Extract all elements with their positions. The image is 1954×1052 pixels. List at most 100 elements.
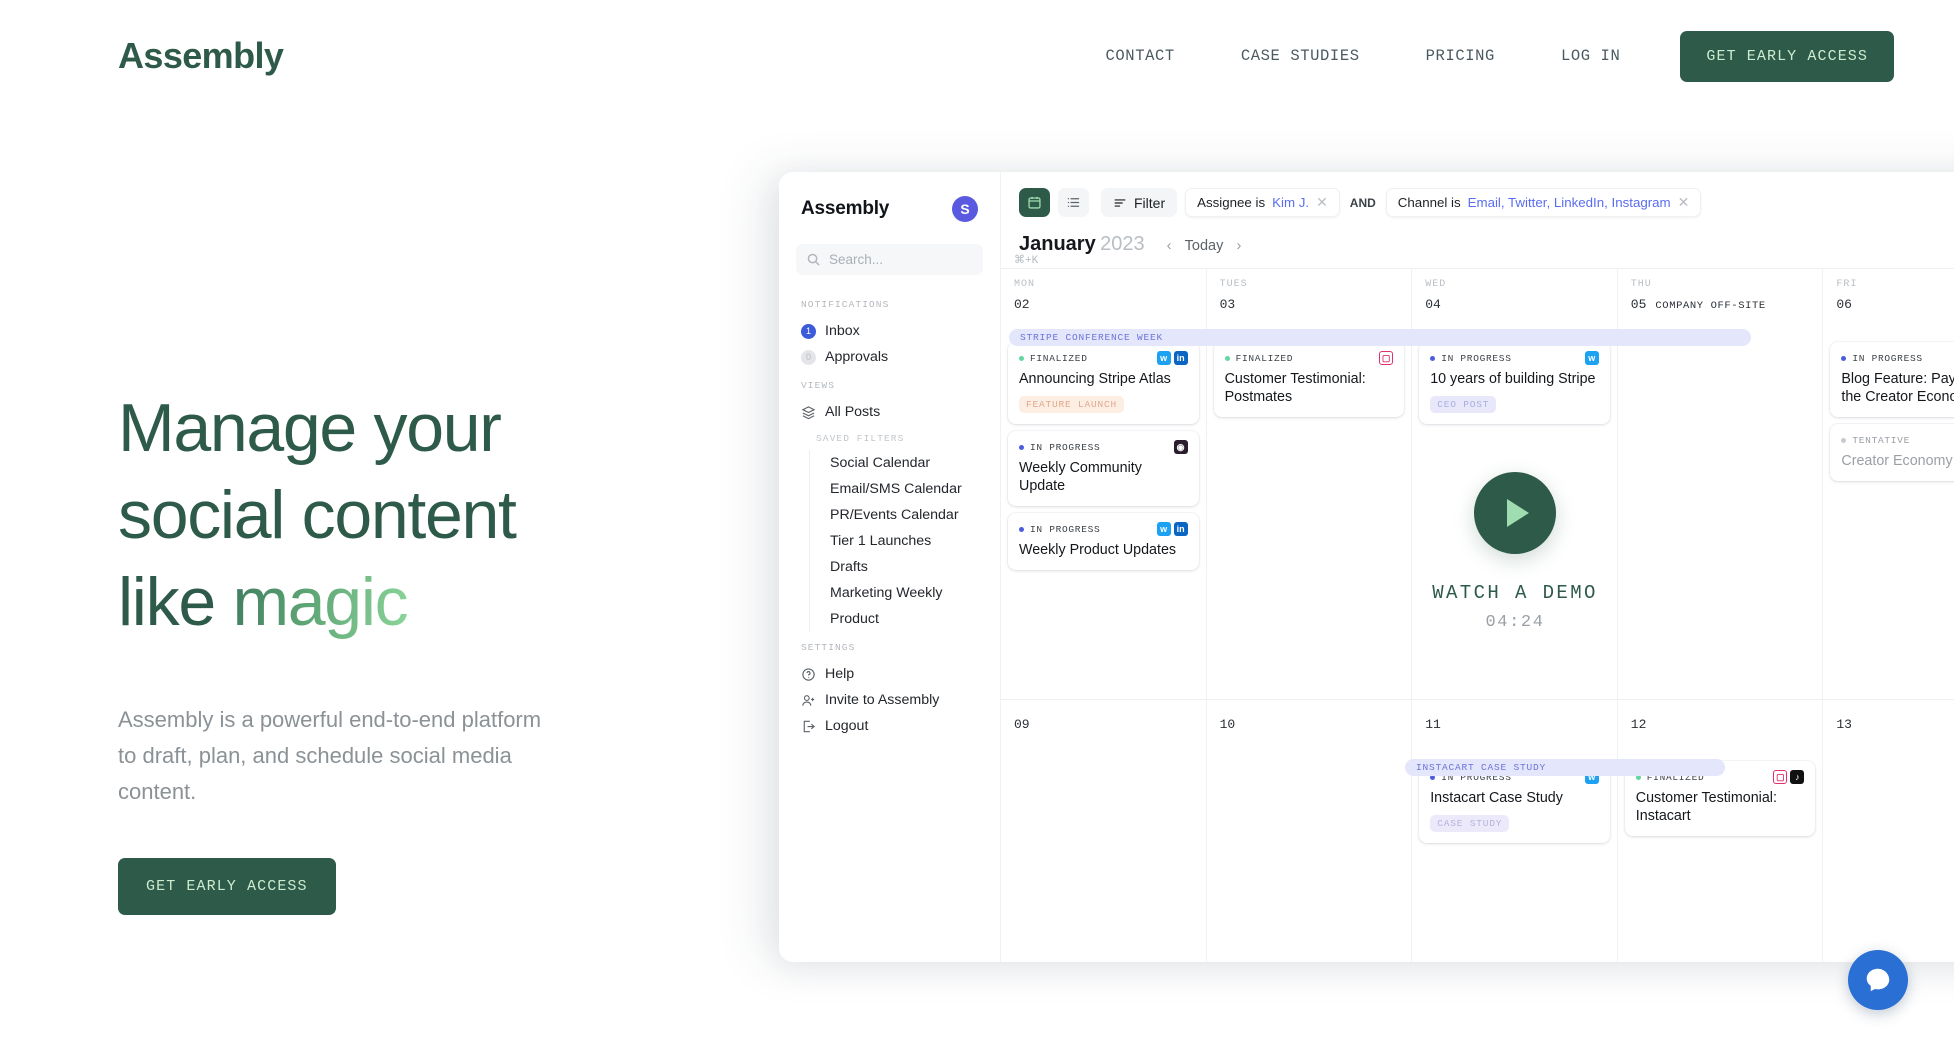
site-logo[interactable]: Assembly — [118, 35, 283, 77]
day-header: 12 — [1618, 707, 1823, 738]
filter-chip-value: Email, Twitter, LinkedIn, Instagram — [1468, 195, 1671, 210]
day-number: 12 — [1631, 717, 1647, 732]
channel-icons: w in — [1157, 351, 1188, 365]
sidebar-item-label: Product — [830, 611, 879, 627]
calendar-column-mon: MON 02 FINALIZED w in Announcing Stripe … — [1001, 269, 1207, 962]
event-card[interactable]: FINALIZED w in Announcing Stripe Atlas F… — [1008, 342, 1199, 424]
linkedin-icon: in — [1174, 522, 1188, 536]
event-card[interactable]: IN PROGRESS w Blog Feature: Payments + t… — [1830, 342, 1954, 417]
sidebar-item-label: Drafts — [830, 559, 868, 575]
get-early-access-button-nav[interactable]: GET EARLY ACCESS — [1680, 31, 1894, 82]
nav-link-log-in[interactable]: LOG IN — [1528, 47, 1653, 65]
sidebar-item-help[interactable]: Help — [779, 661, 1000, 687]
search-icon — [806, 252, 821, 267]
status-label: IN PROGRESS — [1441, 353, 1511, 364]
list-view-button[interactable] — [1058, 188, 1089, 217]
calendar-icon — [1027, 195, 1042, 210]
sidebar-section-notifications: NOTIFICATIONS — [779, 299, 1000, 310]
headline-line-1: Manage your — [118, 390, 501, 466]
event-title: Customer Testimonial: Postmates — [1225, 370, 1394, 406]
sidebar-app-title: Assembly — [801, 198, 889, 220]
event-card[interactable]: IN PROGRESS w in Weekly Product Updates — [1008, 513, 1199, 570]
calendar-column-fri: FRI 06 IN PROGRESS w Blog Feature: Payme… — [1823, 269, 1954, 962]
sidebar-item-label: All Posts — [825, 404, 880, 420]
today-button[interactable]: Today — [1185, 238, 1224, 254]
avatar[interactable]: S — [952, 196, 978, 222]
status-dot — [1019, 356, 1024, 361]
sidebar-item-product[interactable]: Product — [810, 606, 1000, 632]
event-tag: FEATURE LAUNCH — [1019, 396, 1124, 413]
day-number: 10 — [1220, 717, 1236, 732]
prev-period-button[interactable]: ‹ — [1167, 237, 1172, 254]
close-icon[interactable]: ✕ — [1316, 194, 1328, 211]
app-main: Filter Assignee is Kim J. ✕ AND Channel … — [1001, 172, 1954, 962]
linkedin-icon: in — [1174, 351, 1188, 365]
get-early-access-button-hero[interactable]: GET EARLY ACCESS — [118, 858, 336, 915]
search-input[interactable] — [829, 252, 1006, 267]
sidebar-item-marketing-weekly[interactable]: Marketing Weekly — [810, 580, 1000, 606]
sidebar-item-email-sms-calendar[interactable]: Email/SMS Calendar — [810, 476, 1000, 502]
event-card[interactable]: IN PROGRESS ◉ Weekly Community Update — [1008, 431, 1199, 506]
day-of-week: THU — [1631, 279, 1810, 290]
sidebar-section-views: VIEWS — [779, 380, 1000, 391]
filter-conjunction: AND — [1348, 196, 1378, 210]
approvals-badge: 0 — [801, 350, 816, 365]
twitter-icon: w — [1157, 522, 1171, 536]
filter-icon — [1113, 196, 1127, 210]
status-label: FINALIZED — [1030, 353, 1088, 364]
filter-button-label: Filter — [1134, 195, 1165, 211]
sidebar-item-logout[interactable]: Logout — [779, 713, 1000, 739]
filter-button[interactable]: Filter — [1101, 188, 1177, 217]
status-label: IN PROGRESS — [1852, 353, 1922, 364]
day-of-week: WED — [1425, 279, 1604, 290]
calendar-band-week1[interactable]: STRIPE CONFERENCE WEEK — [1009, 329, 1751, 346]
day-header: THU 05 COMPANY OFF-SITE — [1618, 269, 1823, 318]
sidebar-item-social-calendar[interactable]: Social Calendar — [810, 450, 1000, 476]
nav-link-pricing[interactable]: PRICING — [1393, 47, 1528, 65]
headline-line-2: social content — [118, 477, 516, 553]
app-sidebar: Assembly S ⌘+K NOTIFICATIONS 1 Inbox 0 A… — [779, 172, 1001, 962]
close-icon[interactable]: ✕ — [1678, 194, 1690, 211]
chat-bubble-icon — [1863, 965, 1893, 995]
play-button[interactable] — [1474, 472, 1556, 554]
event-title: Announcing Stripe Atlas — [1019, 370, 1188, 388]
sidebar-item-all-posts[interactable]: All Posts — [779, 399, 1000, 425]
day-header: 11 — [1412, 707, 1617, 738]
sidebar-item-drafts[interactable]: Drafts — [810, 554, 1000, 580]
event-card[interactable]: IN PROGRESS w 10 years of building Strip… — [1419, 342, 1610, 424]
calendar-band-week2[interactable]: INSTACART CASE STUDY — [1405, 759, 1725, 776]
event-card[interactable]: TENTATIVE w Creator Economy Feature — [1830, 424, 1954, 481]
instagram-icon: ▢ — [1379, 351, 1393, 365]
sidebar-item-label: Tier 1 Launches — [830, 533, 931, 549]
sidebar-item-inbox[interactable]: 1 Inbox — [779, 318, 1000, 344]
sidebar-item-approvals[interactable]: 0 Approvals — [779, 344, 1000, 370]
top-navbar: Assembly CONTACT CASE STUDIES PRICING LO… — [0, 0, 1954, 112]
filter-chip-channel[interactable]: Channel is Email, Twitter, LinkedIn, Ins… — [1386, 188, 1702, 217]
channel-icons: ▢ — [1379, 351, 1393, 365]
calendar-view-button[interactable] — [1019, 188, 1050, 217]
sidebar-item-tier-1-launches[interactable]: Tier 1 Launches — [810, 528, 1000, 554]
calendar-column-wed: WED 04 IN PROGRESS w 10 years of buildin… — [1412, 269, 1618, 962]
play-icon — [1507, 499, 1529, 527]
filter-chip-assignee[interactable]: Assignee is Kim J. ✕ — [1185, 188, 1340, 217]
event-title: Creator Economy Feature — [1841, 452, 1954, 470]
channel-icons: ▢ ♪ — [1773, 770, 1804, 784]
nav-links: CONTACT CASE STUDIES PRICING LOG IN GET … — [1073, 31, 1895, 82]
day-number: 06 — [1836, 297, 1852, 312]
sidebar-item-label: Inbox — [825, 323, 860, 339]
question-circle-icon — [801, 667, 816, 682]
event-card[interactable]: FINALIZED ▢ Customer Testimonial: Postma… — [1214, 342, 1405, 417]
sidebar-item-label: Email/SMS Calendar — [830, 481, 962, 497]
search-box[interactable]: ⌘+K — [796, 244, 983, 275]
support-chat-button[interactable] — [1848, 950, 1908, 1010]
event-title: Blog Feature: Payments + the Creator Eco… — [1841, 370, 1954, 406]
list-icon — [1066, 195, 1081, 210]
instagram-icon: ▢ — [1773, 770, 1787, 784]
channel-icons: ◉ — [1174, 440, 1188, 454]
nav-link-contact[interactable]: CONTACT — [1073, 47, 1208, 65]
status-dot — [1019, 445, 1024, 450]
next-period-button[interactable]: › — [1236, 237, 1241, 254]
sidebar-item-invite[interactable]: Invite to Assembly — [779, 687, 1000, 713]
nav-link-case-studies[interactable]: CASE STUDIES — [1208, 47, 1393, 65]
sidebar-item-pr-events-calendar[interactable]: PR/Events Calendar — [810, 502, 1000, 528]
